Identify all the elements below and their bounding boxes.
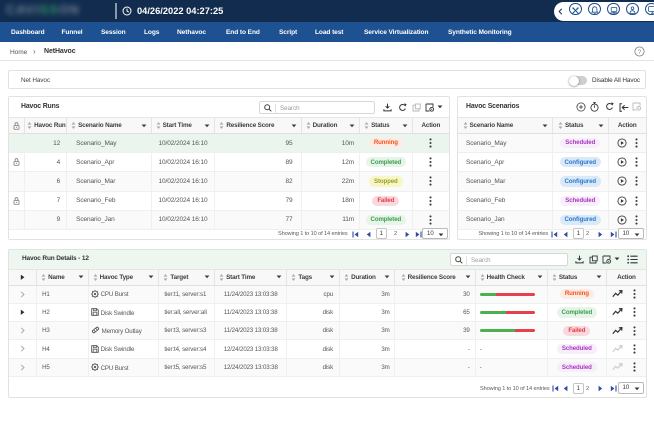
svg-text:?: ? [638,49,642,56]
